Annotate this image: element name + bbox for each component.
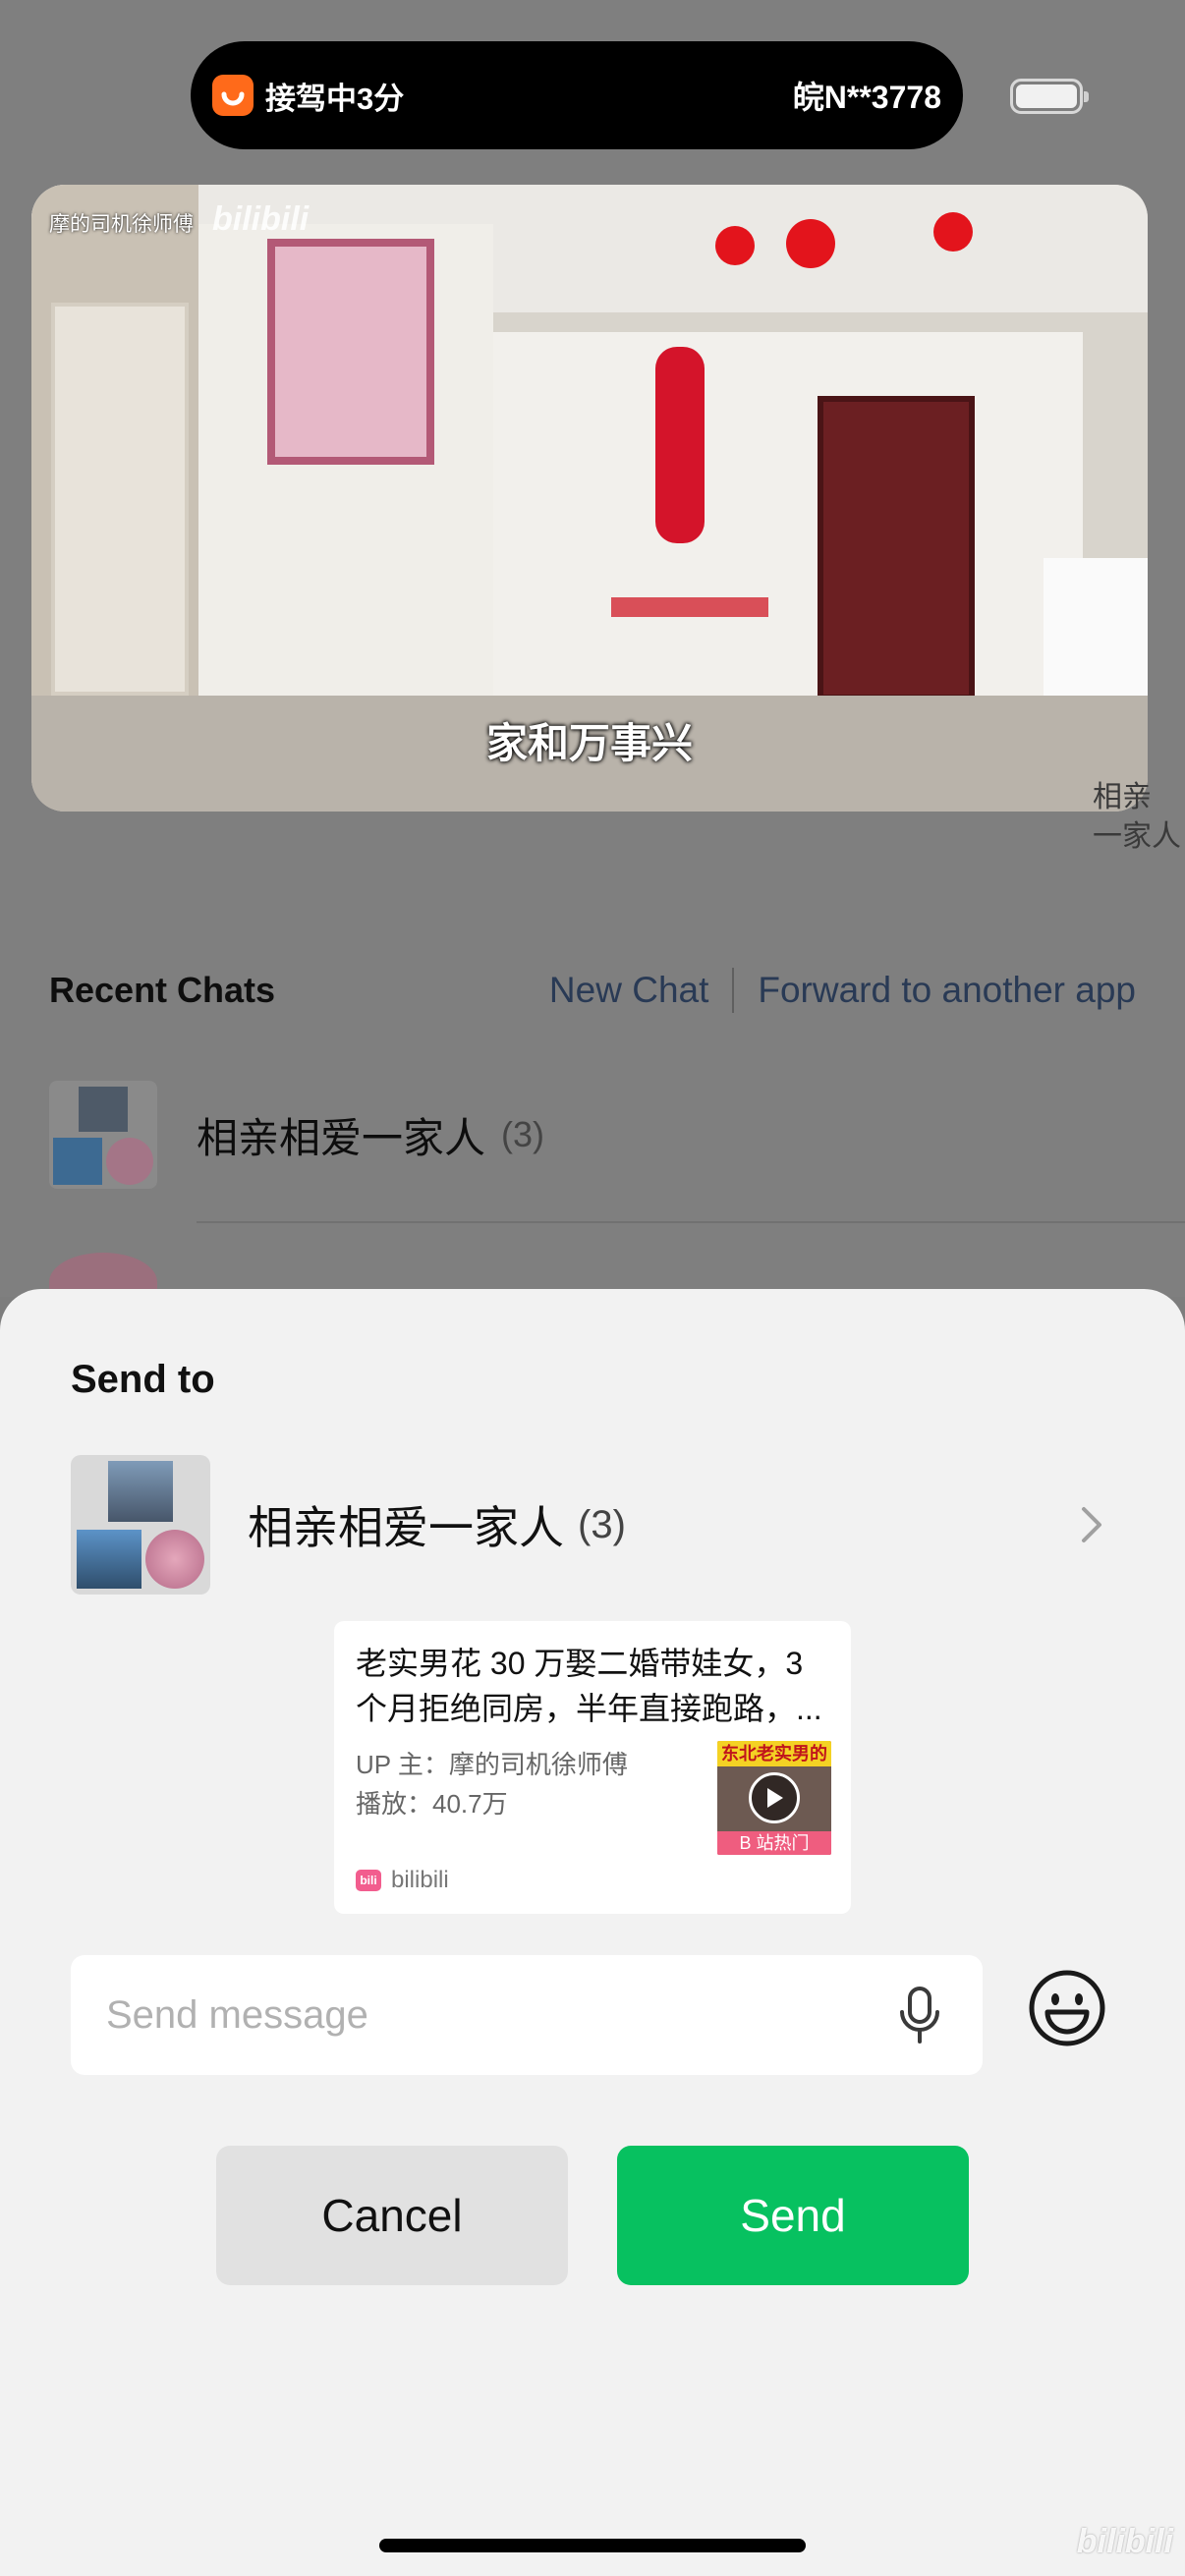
target-member-count: (3) <box>578 1502 626 1546</box>
recent-chat-item[interactable]: 相亲相爱一家人 (3) <box>0 1071 1185 1199</box>
send-to-sheet: Send to 相亲相爱一家人 (3) 老实男花 30 万娶二婚带娃女，3 个月… <box>0 1289 1185 2576</box>
group-avatar <box>49 1081 157 1189</box>
home-indicator[interactable] <box>379 2539 806 2552</box>
ride-status: 接驾中3分 <box>265 81 405 116</box>
target-name: 相亲相爱一家人 <box>248 1502 564 1553</box>
bilibili-logo-icon: bili <box>356 1870 381 1891</box>
card-uploader: UP 主：摩的司机徐师傅 <box>356 1750 628 1779</box>
didi-icon <box>212 75 254 116</box>
card-thumbnail: 东北老实男的 B 站热门 <box>717 1741 831 1855</box>
video-preview: 摩的司机徐师傅 bilibili 家和万事兴 <box>31 185 1148 812</box>
card-source: bili bilibili <box>356 1867 449 1894</box>
card-title: 老实男花 30 万娶二婚带娃女，3 个月拒绝同房，半年直接跑路，... <box>356 1646 822 1726</box>
new-chat-link[interactable]: New Chat <box>549 970 708 1011</box>
card-source-label: bilibili <box>391 1867 449 1893</box>
thumb-bottom-text: B 站热门 <box>717 1831 831 1855</box>
plate-number: 皖N**3778 <box>792 80 941 115</box>
chat-member-count: (3) <box>501 1114 545 1154</box>
mic-icon[interactable] <box>892 1985 947 2045</box>
share-preview-card: 老实男花 30 万娶二婚带娃女，3 个月拒绝同房，半年直接跑路，... UP 主… <box>334 1621 851 1914</box>
recent-chats-title: Recent Chats <box>49 970 276 1010</box>
battery-icon <box>1010 79 1089 114</box>
send-button[interactable]: Send <box>617 2146 969 2285</box>
chat-name: 相亲相爱一家人 <box>197 1114 486 1161</box>
message-input[interactable] <box>71 1955 983 2075</box>
background-app: 接驾中3分 皖N**3778 摩的司机徐师傅 bilibili 家和万事兴 相亲… <box>0 0 1185 1312</box>
sheet-title: Send to <box>71 1358 215 1401</box>
corner-watermark: bilibili <box>1076 2523 1173 2560</box>
divider <box>197 1221 1185 1223</box>
video-caption: 家和万事兴 <box>485 720 693 766</box>
divider <box>732 968 735 1013</box>
peek-chat-name: 相亲 一家人 <box>1093 781 1181 853</box>
card-play-count: 播放：40.7万 <box>356 1789 508 1819</box>
recent-chats-header: Recent Chats New Chat Forward to another… <box>0 941 1185 1039</box>
send-target-row[interactable]: 相亲相爱一家人 (3) <box>71 1455 1114 1595</box>
play-icon <box>749 1772 800 1823</box>
video-watermark: bilibili <box>212 200 310 238</box>
cancel-button[interactable]: Cancel <box>216 2146 568 2285</box>
emoji-icon[interactable] <box>1026 1967 1108 2049</box>
chevron-right-icon[interactable] <box>1069 1502 1114 1547</box>
dynamic-island[interactable]: 接驾中3分 皖N**3778 <box>191 41 963 149</box>
forward-app-link[interactable]: Forward to another app <box>758 970 1136 1011</box>
group-avatar <box>71 1455 210 1595</box>
video-uploader: 摩的司机徐师傅 <box>49 213 194 236</box>
thumb-top-text: 东北老实男的 <box>717 1741 831 1766</box>
